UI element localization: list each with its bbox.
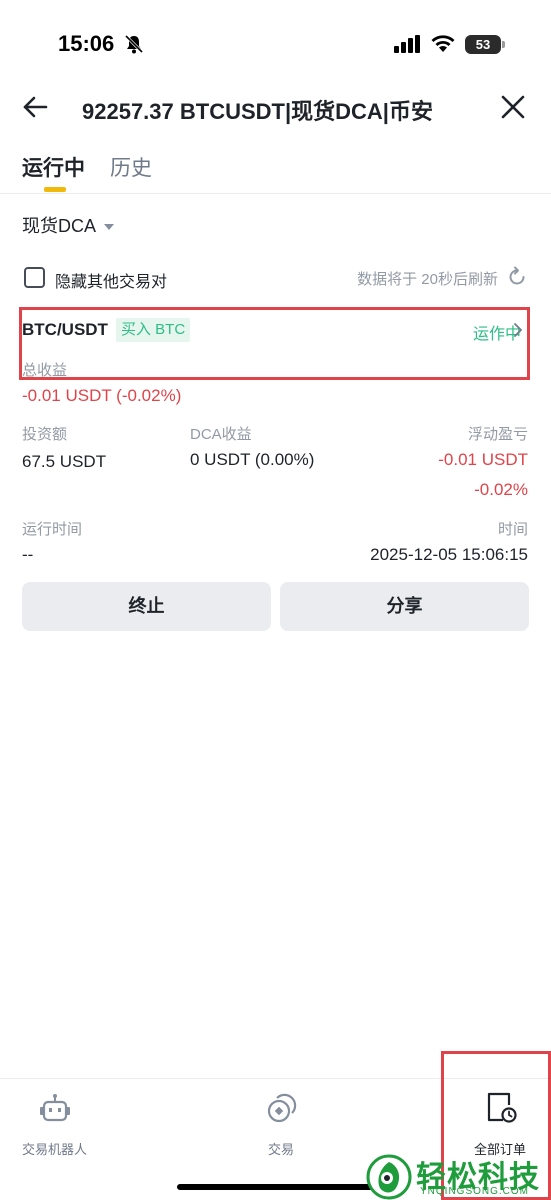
total-pnl-value: -0.01 USDT (-0.02%)	[22, 386, 182, 405]
bell-muted-icon	[124, 34, 144, 54]
investment-label: 投资额	[22, 426, 68, 443]
page-title: 92257.37 BTCUSDT|现货DCA|币安	[82, 99, 433, 124]
investment-value: 67.5 USDT	[22, 452, 107, 471]
trade-icon	[267, 1093, 297, 1123]
watermark-subtitle: YNQINGSONG.COM	[420, 1186, 530, 1197]
nav-item-trading-bots[interactable]: 交易机器人	[0, 1079, 130, 1179]
refresh-icon[interactable]	[506, 266, 528, 288]
hide-other-pairs-checkbox[interactable]	[24, 267, 45, 288]
strategy-type-select[interactable]: 现货DCA	[22, 212, 115, 238]
refresh-countdown: 数据将于 20秒后刷新	[357, 271, 498, 288]
back-arrow-icon[interactable]	[22, 94, 48, 120]
home-indicator[interactable]	[177, 1184, 373, 1190]
trading-pair[interactable]: BTC/USDT	[22, 320, 108, 340]
tab-bar: 运行中 历史	[0, 146, 551, 194]
nav-item-trade[interactable]: 交易	[220, 1079, 350, 1179]
signal-icon	[394, 35, 420, 53]
share-button[interactable]: 分享	[280, 582, 529, 631]
stop-button[interactable]: 终止	[22, 582, 271, 631]
options-row: 隐藏其他交易对 数据将于 20秒后刷新	[22, 266, 528, 292]
time-label: 时间	[497, 521, 528, 538]
dca-pnl-value: 0 USDT (0.00%)	[190, 450, 315, 469]
battery-indicator: 53	[465, 35, 505, 54]
tab-history[interactable]: 历史	[110, 152, 152, 182]
status-bar: 15:06 53	[0, 0, 551, 90]
strategy-type-label: 现货DCA	[22, 216, 97, 236]
nav-label-trading-bots: 交易机器人	[22, 1142, 88, 1157]
status-time: 15:06	[58, 31, 115, 56]
caret-down-icon	[104, 224, 115, 231]
highlight-box-order-header	[19, 307, 530, 380]
watermark: 轻松科技 YNQINGSONG.COM	[366, 1150, 551, 1200]
leaf-logo-icon	[366, 1154, 412, 1200]
total-pnl-label: 总收益	[22, 362, 68, 379]
close-icon[interactable]	[500, 94, 526, 120]
active-tab-indicator	[44, 187, 66, 192]
hide-other-pairs-label[interactable]: 隐藏其他交易对	[55, 268, 167, 292]
runtime-label: 运行时间	[22, 521, 83, 538]
side-badge: 买入 BTC	[116, 318, 191, 342]
wifi-icon	[431, 35, 455, 52]
floating-pnl-value: -0.01 USDT	[438, 450, 528, 469]
runtime-value: --	[22, 545, 34, 564]
chevron-right-icon[interactable]	[512, 322, 524, 338]
robot-icon	[40, 1094, 70, 1122]
floating-pnl-label: 浮动盈亏	[467, 426, 528, 443]
floating-pnl-percent: -0.02%	[474, 480, 528, 499]
tab-running[interactable]: 运行中	[22, 152, 85, 182]
nav-label-trade: 交易	[268, 1142, 295, 1157]
header: 92257.37 BTCUSDT|现货DCA|币安	[0, 84, 551, 130]
dca-pnl-label: DCA收益	[190, 426, 252, 443]
time-value: 2025-12-05 15:06:15	[370, 545, 528, 564]
